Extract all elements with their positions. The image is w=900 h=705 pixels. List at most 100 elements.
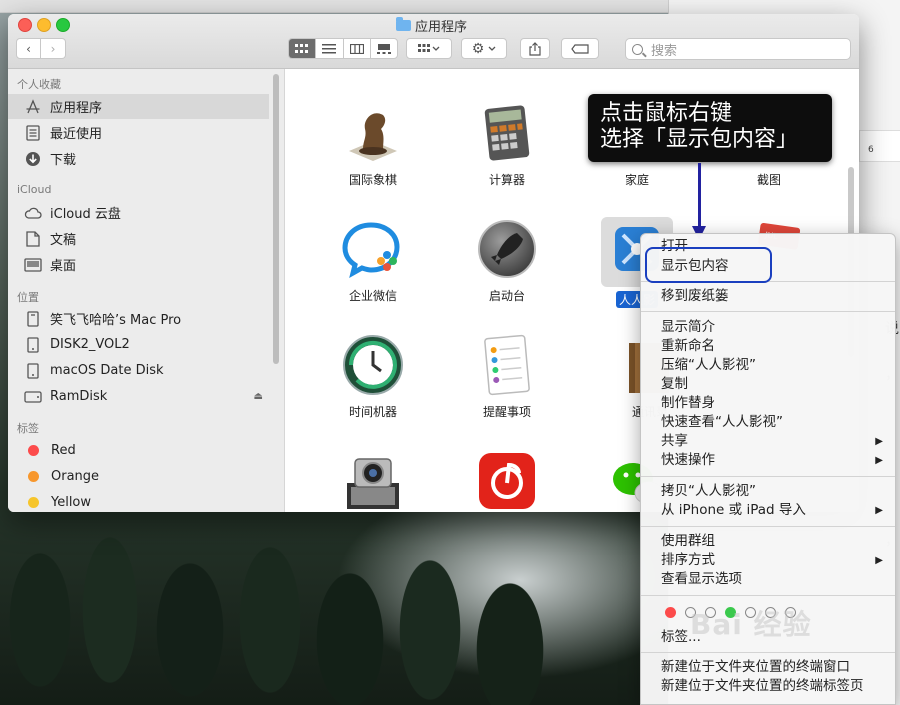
menu-item-label: 共享 xyxy=(661,433,688,449)
app-calculator[interactable]: 计算器 xyxy=(457,101,557,188)
sidebar-item-desktop[interactable]: 桌面 xyxy=(8,252,269,277)
highlight-annotation-box xyxy=(645,247,772,283)
app-reminders[interactable]: 提醒事项 xyxy=(457,333,557,420)
menu-separator xyxy=(641,476,895,477)
disk-icon xyxy=(23,336,43,354)
app-wecom[interactable]: 企业微信 xyxy=(323,217,423,304)
menu-item-label: 从 iPhone 或 iPad 导入 xyxy=(661,502,806,518)
columns-icon xyxy=(349,43,364,54)
sidebar-item-tag-yellow[interactable]: Yellow xyxy=(8,490,269,512)
app-label: 家庭 xyxy=(624,173,649,187)
launchpad-icon xyxy=(475,217,539,281)
menu-item-label: 新建位于文件夹位置的终端标签页 xyxy=(661,678,864,694)
sidebar-item-tag-red[interactable]: Red xyxy=(8,438,269,463)
app-chess[interactable]: 国际象棋 xyxy=(323,101,423,188)
sidebar-item-ramdisk[interactable]: RamDisk ⏏ xyxy=(8,384,269,409)
icon-view-button[interactable] xyxy=(289,39,317,58)
sidebar-item-tag-orange[interactable]: Orange xyxy=(8,464,269,489)
close-window-button[interactable] xyxy=(18,18,32,32)
chevron-left-icon: ‹ xyxy=(26,41,31,56)
menu-item-share[interactable]: 共享 ▶ xyxy=(641,432,895,451)
sidebar-item-label: 文稿 xyxy=(50,233,77,248)
finder-toolbar: 应用程序 ‹ › ⚙ 搜索 xyxy=(8,14,859,69)
action-menu-button[interactable]: ⚙ xyxy=(461,38,507,59)
menu-item-make-alias[interactable]: 制作替身 xyxy=(641,394,895,413)
sidebar-item-downloads[interactable]: 下载 xyxy=(8,146,269,171)
menu-item-label: 复制 xyxy=(661,376,688,392)
menu-item-label: 使用群组 xyxy=(661,533,715,549)
gallery-view-button[interactable] xyxy=(371,39,397,58)
sidebar-scrollbar[interactable] xyxy=(273,74,279,364)
red-tag-dot-icon xyxy=(28,445,39,456)
menu-item-show-view-options[interactable]: 查看显示选项 xyxy=(641,570,895,589)
sidebar-item-macos-date-disk[interactable]: macOS Date Disk xyxy=(8,358,269,383)
menu-item-label: 制作替身 xyxy=(661,395,715,411)
maximize-window-button[interactable] xyxy=(56,18,70,32)
sidebar-item-mac-pro[interactable]: 笑飞飞哈哈’s Mac Pro xyxy=(8,306,269,331)
forward-button[interactable]: › xyxy=(41,38,66,59)
sidebar-item-label: RamDisk xyxy=(50,389,108,404)
app-label: 时间机器 xyxy=(348,405,397,419)
menu-item-duplicate[interactable]: 复制 xyxy=(641,375,895,394)
menu-item-copy[interactable]: 拷贝“人人影视” xyxy=(641,482,895,501)
app-label: 启动台 xyxy=(488,289,525,303)
search-field[interactable]: 搜索 xyxy=(625,38,851,60)
menu-item-new-terminal-window[interactable]: 新建位于文件夹位置的终端窗口 xyxy=(641,658,895,677)
app-time-machine[interactable]: 时间机器 xyxy=(323,333,423,420)
recents-icon xyxy=(23,124,43,142)
menu-item-get-info[interactable]: 显示简介 xyxy=(641,318,895,337)
eject-icon[interactable]: ⏏ xyxy=(254,391,263,402)
share-icon xyxy=(529,41,541,56)
menu-item-quick-actions[interactable]: 快速操作 ▶ xyxy=(641,451,895,470)
sidebar-item-disk2-vol2[interactable]: DISK2_VOL2 xyxy=(8,332,269,357)
app-launchpad[interactable]: 启动台 xyxy=(457,217,557,304)
sidebar-item-icloud-drive[interactable]: iCloud 云盘 xyxy=(8,200,269,225)
column-view-button[interactable] xyxy=(344,39,371,58)
sidebar-item-label: macOS Date Disk xyxy=(50,363,164,378)
sidebar-item-label: 桌面 xyxy=(50,259,77,274)
menu-item-use-groups[interactable]: 使用群组 xyxy=(641,532,895,551)
menu-item-label: 快速操作 xyxy=(661,452,715,468)
tag-icon xyxy=(571,43,589,54)
menu-item-new-terminal-tab[interactable]: 新建位于文件夹位置的终端标签页 xyxy=(641,677,895,696)
menu-separator xyxy=(641,526,895,527)
sidebar-item-documents[interactable]: 文稿 xyxy=(8,226,269,251)
submenu-arrow-icon: ▶ xyxy=(875,505,883,516)
tag-red-circle[interactable] xyxy=(665,607,676,618)
group-by-button[interactable] xyxy=(406,38,452,59)
menu-item-quick-look[interactable]: 快速查看“人人影视” xyxy=(641,413,895,432)
menu-item-label: 移到废纸篓 xyxy=(661,288,729,304)
view-mode-control xyxy=(288,38,398,59)
callout-line-1: 点击鼠标右键 xyxy=(600,101,733,126)
chevron-down-icon xyxy=(488,46,496,51)
app-label: 国际象棋 xyxy=(348,173,397,187)
menu-item-label: 重新命名 xyxy=(661,338,715,354)
menu-item-compress[interactable]: 压缩“人人影视” xyxy=(641,356,895,375)
chevron-right-icon: › xyxy=(50,41,56,56)
yellow-tag-dot-icon xyxy=(28,497,39,508)
menu-item-import-from-iphone[interactable]: 从 iPhone 或 iPad 导入 ▶ xyxy=(641,501,895,520)
sidebar-item-label: iCloud 云盘 xyxy=(50,207,121,222)
sidebar-item-label: DISK2_VOL2 xyxy=(50,337,130,352)
menu-item-move-to-trash[interactable]: 移到废纸篓 xyxy=(641,287,895,306)
orange-tag-dot-icon xyxy=(28,471,39,482)
group-grid-icon xyxy=(418,43,440,52)
menu-item-sort-by[interactable]: 排序方式 ▶ xyxy=(641,551,895,570)
app-image-capture[interactable] xyxy=(323,449,423,512)
tag-button[interactable] xyxy=(561,38,599,59)
app-netease-music[interactable] xyxy=(457,449,557,512)
sidebar-item-recents[interactable]: 最近使用 xyxy=(8,120,269,145)
sidebar-item-applications[interactable]: 应用程序 xyxy=(8,94,269,119)
list-view-button[interactable] xyxy=(316,39,344,58)
menu-item-label: 查看显示选项 xyxy=(661,571,742,587)
share-button[interactable] xyxy=(520,38,550,59)
menu-item-rename[interactable]: 重新命名 xyxy=(641,337,895,356)
gallery-icon xyxy=(376,43,391,54)
back-button[interactable]: ‹ xyxy=(16,38,41,59)
sidebar-item-label: 最近使用 xyxy=(50,127,103,142)
chess-icon xyxy=(341,101,405,165)
sidebar-header-favorites: 个人收藏 xyxy=(17,78,61,91)
minimize-window-button[interactable] xyxy=(37,18,51,32)
window-title: 应用程序 xyxy=(396,16,467,35)
menu-item-label: 新建位于文件夹位置的终端窗口 xyxy=(661,659,850,675)
